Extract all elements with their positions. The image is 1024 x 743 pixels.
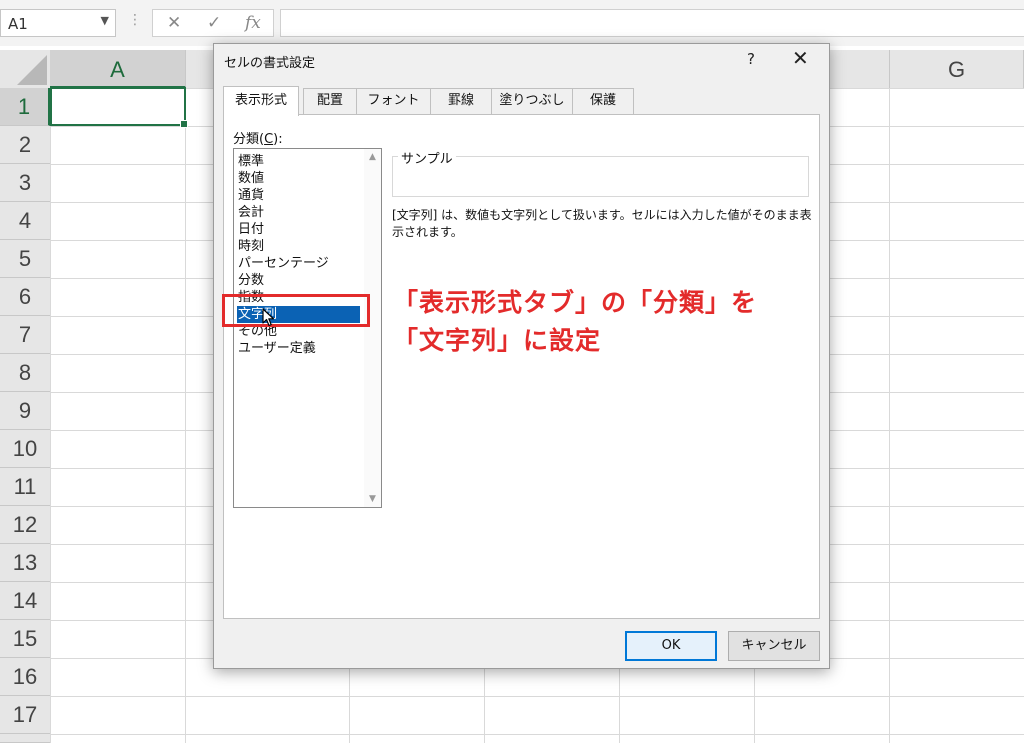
insert-function-icon[interactable]: fx [245, 13, 261, 33]
list-item[interactable]: 時刻 [237, 238, 360, 255]
drag-handle-icon[interactable]: ⋮ [128, 12, 142, 28]
row-header[interactable]: 13 [0, 544, 50, 582]
row-header[interactable]: 5 [0, 240, 50, 278]
dialog-title: セルの書式設定 [224, 56, 316, 71]
row-header[interactable]: 2 [0, 126, 50, 164]
row-header[interactable]: 8 [0, 354, 50, 392]
annotation-line-1: 「表示形式タブ」の「分類」を [393, 288, 758, 317]
row-header[interactable]: 7 [0, 316, 50, 354]
row-header-1[interactable]: 1 [0, 88, 50, 126]
cancel-icon[interactable]: ✕ [167, 13, 181, 33]
row-header[interactable]: 11 [0, 468, 50, 506]
list-item[interactable]: 標準 [237, 153, 360, 170]
row-header[interactable]: 14 [0, 582, 50, 620]
formula-bar: A1 ▼ ⋮ ✕ ✓ fx [0, 0, 1024, 46]
list-item[interactable]: 会計 [237, 204, 360, 221]
formula-input[interactable] [280, 9, 1024, 37]
chevron-down-icon[interactable]: ▼ [101, 14, 109, 27]
tab-fill[interactable]: 塗りつぶし [491, 88, 573, 114]
tab-alignment[interactable]: 配置 [303, 88, 357, 114]
name-box[interactable]: A1 ▼ [0, 9, 116, 37]
list-item[interactable]: 分数 [237, 272, 360, 289]
list-item[interactable]: 通貨 [237, 187, 360, 204]
category-label: 分類(C): [233, 132, 283, 147]
enter-icon[interactable]: ✓ [207, 13, 221, 33]
grid-line [889, 88, 890, 743]
column-header-a[interactable]: A [50, 50, 186, 88]
highlight-box [222, 294, 370, 327]
column-header-g[interactable]: G [890, 50, 1024, 88]
scroll-down-icon[interactable]: ▼ [364, 494, 381, 504]
row-header[interactable]: 12 [0, 506, 50, 544]
formula-buttons: ✕ ✓ fx [152, 9, 274, 37]
sample-label: サンプル [398, 148, 456, 167]
tab-number[interactable]: 表示形式 [223, 86, 299, 116]
tab-border[interactable]: 罫線 [430, 88, 492, 114]
list-item[interactable]: 日付 [237, 221, 360, 238]
scroll-up-icon[interactable]: ▲ [364, 152, 381, 162]
ok-button[interactable]: OK [625, 631, 717, 661]
tab-protection[interactable]: 保護 [572, 88, 634, 114]
row-header[interactable]: 4 [0, 202, 50, 240]
list-scrollbar[interactable]: ▲ ▼ [364, 149, 381, 507]
mouse-pointer-icon [262, 308, 275, 327]
list-item[interactable]: ユーザー定義 [237, 340, 360, 357]
row-header[interactable]: 9 [0, 392, 50, 430]
category-list[interactable]: 標準 数値 通貨 会計 日付 時刻 パーセンテージ 分数 指数 文字列 その他 … [233, 148, 382, 508]
list-item[interactable]: パーセンテージ [237, 255, 360, 272]
select-all-corner[interactable] [0, 50, 50, 88]
row-header[interactable]: 17 [0, 696, 50, 734]
annotation-line-2: 「文字列」に設定 [393, 326, 602, 355]
row-header[interactable]: 3 [0, 164, 50, 202]
format-description: [文字列] は、数値も文字列として扱います。セルには入力した値がそのまま表示され… [392, 208, 812, 239]
row-header[interactable] [0, 734, 50, 743]
row-header[interactable]: 16 [0, 658, 50, 696]
tab-font[interactable]: フォント [356, 88, 431, 114]
row-header[interactable]: 10 [0, 430, 50, 468]
grid-line [185, 88, 186, 743]
name-box-value: A1 [8, 15, 28, 33]
cancel-button[interactable]: キャンセル [728, 631, 820, 661]
close-icon[interactable]: ✕ [792, 46, 809, 70]
help-button[interactable]: ? [747, 50, 755, 68]
row-header[interactable]: 6 [0, 278, 50, 316]
list-item[interactable]: 数値 [237, 170, 360, 187]
fill-handle[interactable] [180, 120, 188, 128]
row-header[interactable]: 15 [0, 620, 50, 658]
active-cell-a1[interactable] [50, 87, 188, 128]
